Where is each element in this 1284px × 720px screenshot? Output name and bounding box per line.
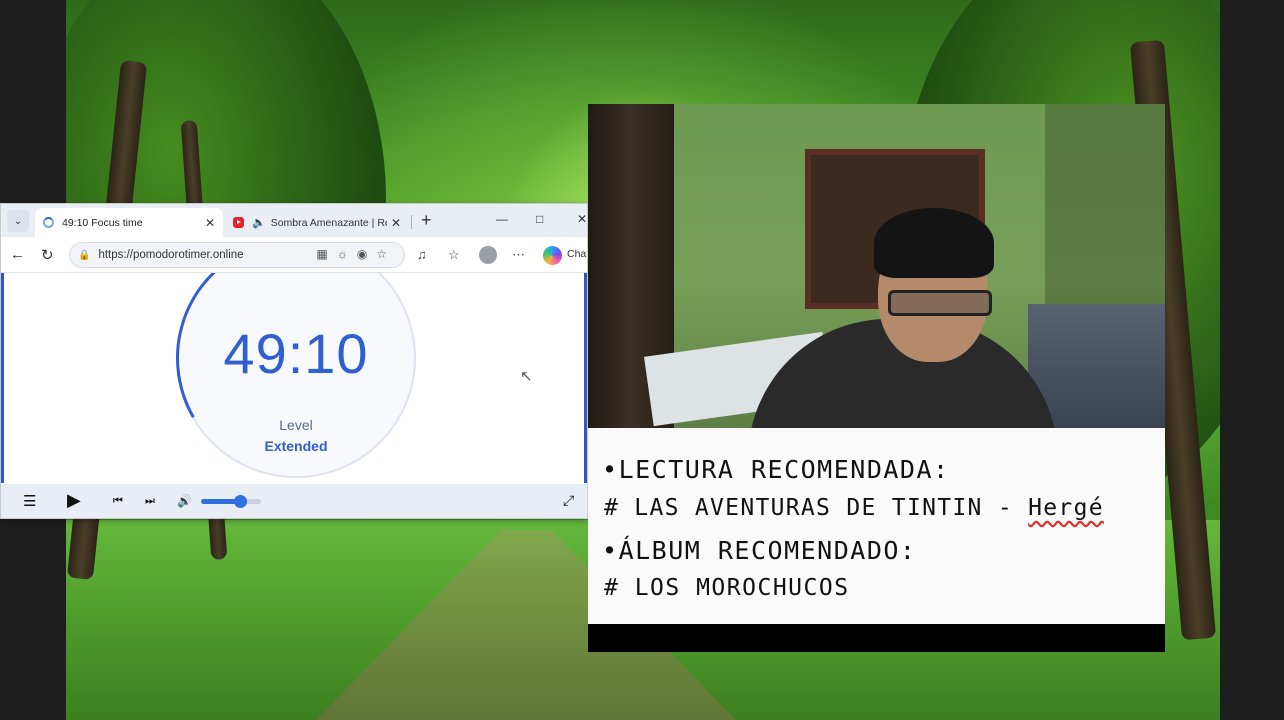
webcam-feed xyxy=(588,104,1165,428)
profile-avatar[interactable] xyxy=(479,246,497,264)
speaker-icon[interactable]: 🔈 xyxy=(252,216,266,229)
chat-label[interactable]: Chat xyxy=(567,248,587,260)
reading-author: Hergé xyxy=(1028,495,1104,521)
bullet: • xyxy=(602,455,619,484)
level-value: Extended xyxy=(264,438,328,454)
new-tab-icon[interactable]: + xyxy=(421,210,432,231)
right-letterbox xyxy=(1220,0,1284,720)
close-window-icon[interactable]: ✕ xyxy=(577,212,587,226)
url-actions[interactable]: ▦☼◉☆ xyxy=(316,247,396,261)
tab-actions-menu-button[interactable]: ⌄ xyxy=(7,210,29,232)
play-icon[interactable]: ▶ xyxy=(67,490,81,511)
more-options-icon[interactable]: ⋯ xyxy=(512,247,525,263)
copilot-icon[interactable] xyxy=(543,246,562,265)
maximize-icon[interactable]: □ xyxy=(536,212,543,226)
reading-heading: •LECTURA RECOMENDADA: xyxy=(602,455,950,484)
tab-youtube[interactable]: 🔈 Sombra Amenazante | Re ✕ xyxy=(225,208,409,237)
address-bar: ← ↻ 🔒 https://pomodorotimer.online ▦☼◉☆ … xyxy=(1,237,587,273)
panel-bottom-strip xyxy=(588,624,1165,652)
close-tab-icon[interactable]: ✕ xyxy=(205,216,215,230)
minimize-icon[interactable]: — xyxy=(496,212,508,226)
tab-strip: ⌄ 49:10 Focus time ✕ 🔈 Sombra Amenazante… xyxy=(1,204,587,237)
album-heading-text: ÁLBUM RECOMENDADO: xyxy=(618,536,917,565)
url-text: https://pomodorotimer.online xyxy=(98,249,244,261)
favorites-icon[interactable]: ☆ xyxy=(448,247,460,263)
reading-title-text: # LAS AVENTURAS DE TINTIN - xyxy=(604,495,1029,521)
person-hair xyxy=(874,208,994,278)
url-field[interactable]: 🔒 https://pomodorotimer.online ▦☼◉☆ xyxy=(69,242,405,268)
menu-icon[interactable]: ☰ xyxy=(23,492,36,510)
mouse-cursor-icon: ↖ xyxy=(520,368,533,385)
reload-icon[interactable]: ↻ xyxy=(41,246,54,264)
glasses xyxy=(888,290,992,316)
volume-icon[interactable]: 🔊 xyxy=(177,494,192,508)
fullscreen-icon[interactable]: ⤢ xyxy=(563,492,574,509)
album-heading: •ÁLBUM RECOMENDADO: xyxy=(602,536,917,565)
volume-knob[interactable] xyxy=(234,495,247,508)
volume-slider[interactable] xyxy=(201,495,261,508)
back-arrow-icon[interactable]: ← xyxy=(10,246,25,263)
next-track-icon[interactable]: ⏭ xyxy=(145,495,155,508)
youtube-icon xyxy=(233,217,244,228)
loading-spinner-icon xyxy=(43,217,54,228)
browser-window: ⌄ 49:10 Focus time ✕ 🔈 Sombra Amenazante… xyxy=(0,203,588,519)
bullet: • xyxy=(602,536,619,565)
chevron-down-icon: ⌄ xyxy=(13,215,23,227)
reading-heading-text: LECTURA RECOMENDADA: xyxy=(618,455,950,484)
tab-title: Sombra Amenazante | Re xyxy=(270,216,387,229)
level-label: Level xyxy=(279,417,313,433)
previous-track-icon[interactable]: ⏮ xyxy=(113,495,123,508)
tab-title: 49:10 Focus time xyxy=(62,216,143,229)
timer-display: 49:10 xyxy=(223,322,369,385)
media-player-bar: ☰ ▶ ⏮ ⏭ 🔊 ⤢ xyxy=(1,484,587,518)
page-content: 49:10 Level Extended ↖ xyxy=(1,273,587,483)
album-title: # LOS MOROCHUCOS xyxy=(604,575,850,601)
tab-separator xyxy=(411,215,412,229)
reading-title: # LAS AVENTURAS DE TINTIN - Hergé xyxy=(604,495,1104,521)
recommendation-panel: •LECTURA RECOMENDADA: # LAS AVENTURAS DE… xyxy=(588,428,1165,624)
close-tab-icon[interactable]: ✕ xyxy=(391,216,401,230)
site-info-icon[interactable]: 🔒 xyxy=(78,250,90,261)
tab-focus-time[interactable]: 49:10 Focus time ✕ xyxy=(35,208,223,237)
media-icon[interactable]: ♫ xyxy=(417,247,427,262)
